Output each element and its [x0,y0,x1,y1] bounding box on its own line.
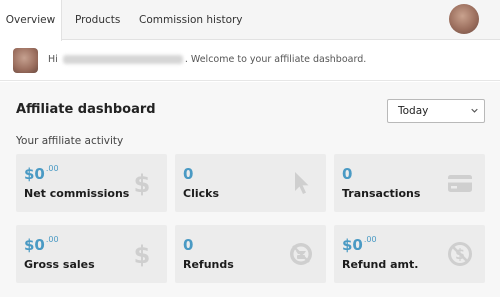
gross-sales-card: $0.00 Gross sales $ [16,225,167,283]
dollar-icon: $ [134,170,151,196]
page-title: Affiliate dashboard [16,102,156,117]
period-select-value: Today [398,105,429,117]
card-label: Refunds [183,258,234,271]
welcome-message: . Welcome to your affiliate dashboard. [184,54,367,65]
card-label: Clicks [183,187,219,200]
top-navigation: Overview Products Commission history [0,0,500,41]
welcome-banner: Hi . Welcome to your affiliate dashboard… [0,41,500,81]
card-label: Gross sales [24,258,95,271]
refunds-card: 0 Refunds [175,225,326,283]
transactions-card: 0 Transactions [334,154,485,212]
svg-text:$: $ [134,241,151,267]
net-commissions-card: $0.00 Net commissions $ [16,154,167,212]
card-label: Transactions [342,187,421,200]
refund-icon [290,243,312,265]
user-avatar[interactable] [449,4,479,34]
clicks-card: 0 Clicks [175,154,326,212]
dollar-icon: $ [134,241,151,267]
card-value: 0 [183,165,194,183]
period-select[interactable]: Today [387,99,485,123]
tab-overview[interactable]: Overview [0,0,62,41]
cursor-icon [295,172,309,194]
welcome-text: Hi . Welcome to your affiliate dashboard… [48,41,366,81]
welcome-avatar [13,48,38,73]
chevron-down-icon [471,108,478,113]
credit-card-icon [448,175,472,192]
tab-commission-history[interactable]: Commission history [139,0,243,40]
card-value: $0.00 [342,235,377,254]
card-value: $0.00 [24,164,59,183]
activity-section-label: Your affiliate activity [16,135,124,147]
card-value: $0.00 [24,235,59,254]
dashboard-area: Affiliate dashboard Today Your affiliate… [0,82,500,297]
card-label: Refund amt. [342,258,419,271]
refund-amount-card: $0.00 Refund amt. $ [334,225,485,283]
tab-products[interactable]: Products [75,0,120,40]
card-value: 0 [342,165,353,183]
card-label: Net commissions [24,187,130,200]
greeting-text: Hi [48,54,58,65]
no-dollar-icon: $ [448,242,472,266]
svg-text:$: $ [134,170,151,196]
card-value: 0 [183,236,194,254]
redacted-user-name [62,55,183,64]
